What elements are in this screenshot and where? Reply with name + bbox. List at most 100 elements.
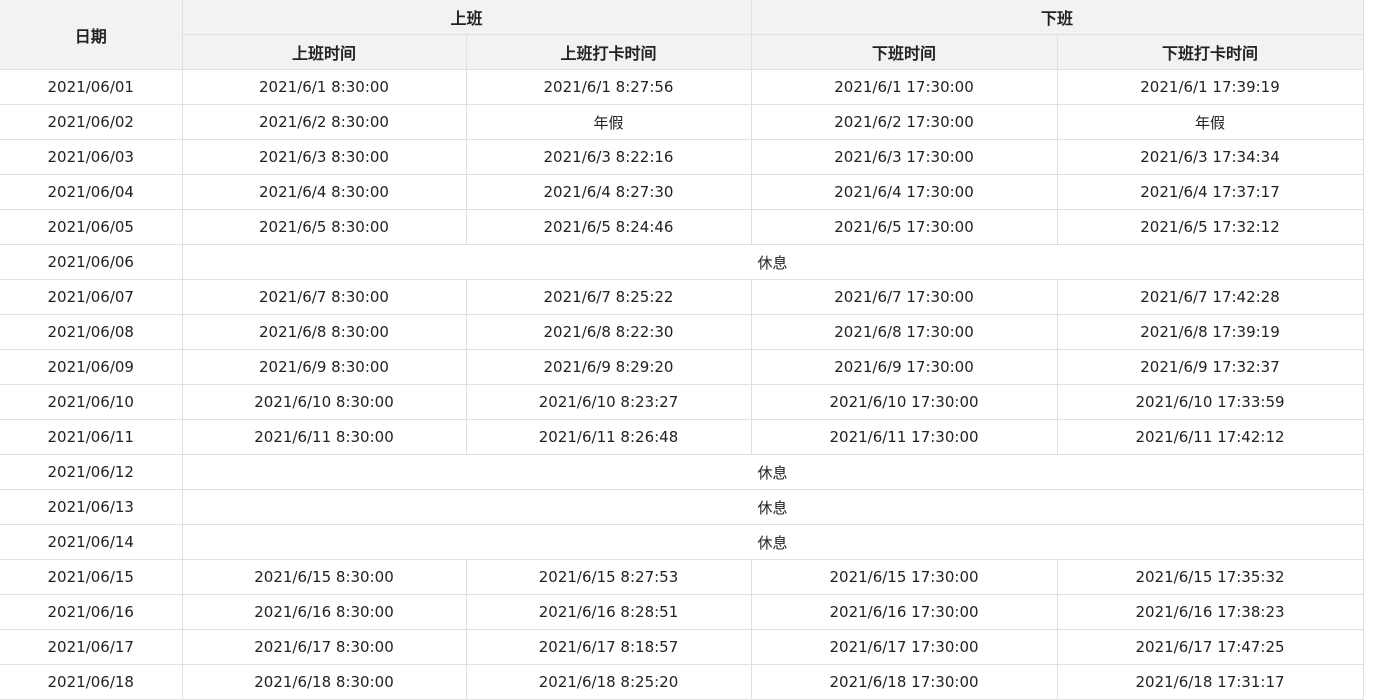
- cell-off-punch: 2021/6/18 17:31:17: [1056, 664, 1364, 700]
- cell-date: 2021/06/16: [0, 594, 183, 630]
- cell-date: 2021/06/07: [0, 279, 183, 315]
- cell-off-time: 2021/6/7 17:30:00: [750, 279, 1058, 315]
- cell-rest-day: 休息: [181, 489, 1364, 525]
- cell-off-punch: 2021/6/1 17:39:19: [1056, 69, 1364, 105]
- table-body: 2021/06/01 2021/6/1 8:30:00 2021/6/1 8:27:…: [0, 69, 1364, 700]
- table-row: 2021/06/05 2021/6/5 8:30:00 2021/6/5 8:24:…: [0, 209, 1364, 245]
- cell-off-time: 2021/6/17 17:30:00: [750, 629, 1058, 665]
- cell-date: 2021/06/02: [0, 104, 183, 140]
- cell-on-punch: 2021/6/7 8:25:22: [465, 279, 752, 315]
- attendance-table: 日期 上班 下班 上班时间 上班打卡时间 下班时间 下班打卡时间 2021/06…: [0, 0, 1364, 700]
- cell-date: 2021/06/10: [0, 384, 183, 420]
- cell-date: 2021/06/13: [0, 489, 183, 525]
- cell-off-time: 2021/6/1 17:30:00: [750, 69, 1058, 105]
- cell-off-punch: 2021/6/17 17:47:25: [1056, 629, 1364, 665]
- table-row: 2021/06/10 2021/6/10 8:30:00 2021/6/10 8:2…: [0, 384, 1364, 420]
- cell-date: 2021/06/09: [0, 349, 183, 385]
- cell-date: 2021/06/03: [0, 139, 183, 175]
- cell-off-punch: 2021/6/7 17:42:28: [1056, 279, 1364, 315]
- cell-date: 2021/06/11: [0, 419, 183, 455]
- cell-on-punch: 2021/6/17 8:18:57: [465, 629, 752, 665]
- table-row: 2021/06/03 2021/6/3 8:30:00 2021/6/3 8:22:…: [0, 139, 1364, 175]
- header-group-on-duty: 上班: [181, 0, 752, 35]
- header-date: 日期: [0, 0, 183, 70]
- table-row: 2021/06/14 休息: [0, 524, 1364, 560]
- table-row: 2021/06/01 2021/6/1 8:30:00 2021/6/1 8:27:…: [0, 69, 1364, 105]
- cell-date: 2021/06/15: [0, 559, 183, 595]
- cell-on-time: 2021/6/5 8:30:00: [181, 209, 467, 245]
- table-row: 2021/06/11 2021/6/11 8:30:00 2021/6/11 8:2…: [0, 419, 1364, 455]
- cell-off-punch: 2021/6/16 17:38:23: [1056, 594, 1364, 630]
- cell-on-time: 2021/6/16 8:30:00: [181, 594, 467, 630]
- cell-off-time: 2021/6/11 17:30:00: [750, 419, 1058, 455]
- table-row: 2021/06/04 2021/6/4 8:30:00 2021/6/4 8:27:…: [0, 174, 1364, 210]
- cell-off-punch: 2021/6/4 17:37:17: [1056, 174, 1364, 210]
- cell-off-punch: 2021/6/3 17:34:34: [1056, 139, 1364, 175]
- cell-on-punch: 2021/6/5 8:24:46: [465, 209, 752, 245]
- cell-off-time: 2021/6/15 17:30:00: [750, 559, 1058, 595]
- cell-off-time: 2021/6/16 17:30:00: [750, 594, 1058, 630]
- table-row: 2021/06/16 2021/6/16 8:30:00 2021/6/16 8:2…: [0, 594, 1364, 630]
- table-row: 2021/06/17 2021/6/17 8:30:00 2021/6/17 8:1…: [0, 629, 1364, 665]
- header-group-off-duty: 下班: [750, 0, 1364, 35]
- cell-on-time: 2021/6/3 8:30:00: [181, 139, 467, 175]
- cell-on-time: 2021/6/2 8:30:00: [181, 104, 467, 140]
- cell-on-time: 2021/6/7 8:30:00: [181, 279, 467, 315]
- cell-off-punch: 2021/6/11 17:42:12: [1056, 419, 1364, 455]
- cell-off-punch: 2021/6/10 17:33:59: [1056, 384, 1364, 420]
- cell-on-punch: 2021/6/9 8:29:20: [465, 349, 752, 385]
- cell-off-punch: 2021/6/15 17:35:32: [1056, 559, 1364, 595]
- cell-date: 2021/06/18: [0, 664, 183, 700]
- cell-off-time: 2021/6/4 17:30:00: [750, 174, 1058, 210]
- cell-on-punch: 2021/6/1 8:27:56: [465, 69, 752, 105]
- cell-date: 2021/06/08: [0, 314, 183, 350]
- cell-rest-day: 休息: [181, 244, 1364, 280]
- cell-on-punch: 2021/6/18 8:25:20: [465, 664, 752, 700]
- cell-rest-day: 休息: [181, 524, 1364, 560]
- table-row: 2021/06/02 2021/6/2 8:30:00 年假 2021/6/2 17:…: [0, 104, 1364, 140]
- table-header: 日期 上班 下班 上班时间 上班打卡时间 下班时间 下班打卡时间: [0, 0, 1364, 70]
- cell-off-punch: 2021/6/9 17:32:37: [1056, 349, 1364, 385]
- cell-date: 2021/06/14: [0, 524, 183, 560]
- table-row: 2021/06/13 休息: [0, 489, 1364, 525]
- cell-date: 2021/06/05: [0, 209, 183, 245]
- cell-off-time: 2021/6/2 17:30:00: [750, 104, 1058, 140]
- cell-date: 2021/06/06: [0, 244, 183, 280]
- table-row: 2021/06/08 2021/6/8 8:30:00 2021/6/8 8:22:…: [0, 314, 1364, 350]
- cell-date: 2021/06/01: [0, 69, 183, 105]
- header-off-time: 下班时间: [750, 34, 1058, 70]
- cell-on-punch: 2021/6/16 8:28:51: [465, 594, 752, 630]
- cell-on-time: 2021/6/11 8:30:00: [181, 419, 467, 455]
- table-row: 2021/06/09 2021/6/9 8:30:00 2021/6/9 8:29:…: [0, 349, 1364, 385]
- cell-off-punch: 2021/6/5 17:32:12: [1056, 209, 1364, 245]
- table-row: 2021/06/07 2021/6/7 8:30:00 2021/6/7 8:25:…: [0, 279, 1364, 315]
- cell-on-time: 2021/6/17 8:30:00: [181, 629, 467, 665]
- table-row: 2021/06/15 2021/6/15 8:30:00 2021/6/15 8:2…: [0, 559, 1364, 595]
- cell-on-punch: 2021/6/3 8:22:16: [465, 139, 752, 175]
- cell-on-time: 2021/6/18 8:30:00: [181, 664, 467, 700]
- cell-on-time: 2021/6/1 8:30:00: [181, 69, 467, 105]
- cell-off-punch: 2021/6/8 17:39:19: [1056, 314, 1364, 350]
- cell-off-time: 2021/6/5 17:30:00: [750, 209, 1058, 245]
- cell-rest-day: 休息: [181, 454, 1364, 490]
- table-row: 2021/06/12 休息: [0, 454, 1364, 490]
- table-row: 2021/06/06 休息: [0, 244, 1364, 280]
- cell-on-time: 2021/6/8 8:30:00: [181, 314, 467, 350]
- cell-off-time: 2021/6/18 17:30:00: [750, 664, 1058, 700]
- cell-on-time: 2021/6/15 8:30:00: [181, 559, 467, 595]
- cell-off-time: 2021/6/8 17:30:00: [750, 314, 1058, 350]
- cell-on-punch: 2021/6/4 8:27:30: [465, 174, 752, 210]
- table-row: 2021/06/18 2021/6/18 8:30:00 2021/6/18 8:2…: [0, 664, 1364, 700]
- cell-date: 2021/06/04: [0, 174, 183, 210]
- header-off-punch: 下班打卡时间: [1056, 34, 1364, 70]
- cell-on-punch: 2021/6/15 8:27:53: [465, 559, 752, 595]
- cell-date: 2021/06/17: [0, 629, 183, 665]
- cell-date: 2021/06/12: [0, 454, 183, 490]
- cell-off-time: 2021/6/10 17:30:00: [750, 384, 1058, 420]
- cell-off-time: 2021/6/3 17:30:00: [750, 139, 1058, 175]
- cell-on-time: 2021/6/4 8:30:00: [181, 174, 467, 210]
- header-on-time: 上班时间: [182, 34, 467, 70]
- cell-off-time: 2021/6/9 17:30:00: [750, 349, 1058, 385]
- cell-on-punch: 2021/6/11 8:26:48: [465, 419, 752, 455]
- cell-on-time: 2021/6/10 8:30:00: [181, 384, 467, 420]
